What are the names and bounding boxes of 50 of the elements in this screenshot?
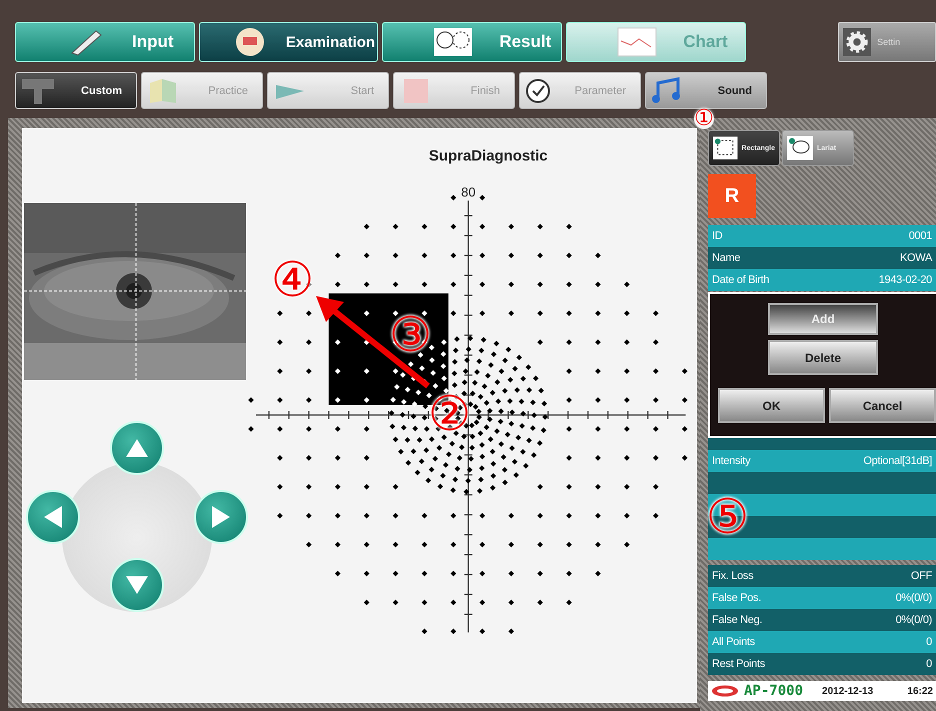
row-value: Optional[31dB] [863, 455, 932, 467]
dialog-button[interactable]: Add [768, 303, 878, 335]
annotation-number: ④ [271, 256, 314, 304]
chart-title: SupraDiagnostic [429, 148, 548, 165]
logo-icon [711, 685, 739, 697]
triangle-icon [42, 506, 64, 528]
row-value: 0 [926, 658, 932, 670]
row-label: False Pos. [712, 592, 761, 604]
left-button[interactable] [26, 490, 80, 544]
row-label: Name [712, 252, 740, 264]
row-value: 0001 [908, 230, 932, 242]
lasso-icon [787, 136, 813, 160]
main-tab[interactable]: Result [382, 22, 562, 62]
model-name: AP-7000 [744, 683, 804, 699]
main-tab[interactable]: Examination [198, 22, 378, 62]
right-button[interactable] [194, 490, 248, 544]
dialog-button[interactable]: Delete [768, 340, 878, 375]
main-tab[interactable]: Input [15, 22, 195, 62]
down-button[interactable] [110, 558, 164, 612]
dashed-square-icon [713, 136, 738, 160]
eye-side-badge: R [708, 174, 756, 218]
toolbar-tab[interactable]: Custom [15, 72, 137, 109]
row-value: OFF [910, 570, 932, 582]
date-text: 2012-12-13 [822, 686, 874, 696]
row-value: 1943-02-20 [878, 274, 932, 286]
dialog-button[interactable]: Cancel [829, 388, 936, 423]
row-label: Rest Points [712, 658, 765, 670]
row-label: All Points [712, 636, 755, 648]
up-button[interactable] [110, 421, 164, 475]
settings-icon [843, 28, 872, 56]
triangle-icon [126, 574, 148, 596]
triangle-icon [210, 506, 232, 528]
row-label: ID [712, 230, 722, 242]
axis-label: 80 [461, 184, 476, 200]
annotation-number: ⑤ [706, 493, 750, 541]
annotation-number: ③ [389, 311, 432, 359]
row-value: 0 [926, 636, 932, 648]
row-value: 0%(0/0) [896, 592, 932, 604]
settings-button[interactable]: Settin [838, 22, 936, 62]
row-value: KOWA [900, 252, 932, 264]
row-value: 0%(0/0) [896, 614, 932, 626]
row-label: Fix. Loss [712, 570, 754, 582]
time-text: 16:22 [907, 686, 933, 696]
dialog-button[interactable]: OK [718, 388, 825, 423]
row-label: Intensity [712, 455, 750, 467]
triangle-icon [126, 437, 148, 459]
toolbar-tab[interactable]: Sound [645, 72, 767, 109]
row-label: False Neg. [712, 614, 762, 626]
chart-icon [617, 27, 658, 57]
row-label: Date of Birth [712, 274, 770, 286]
